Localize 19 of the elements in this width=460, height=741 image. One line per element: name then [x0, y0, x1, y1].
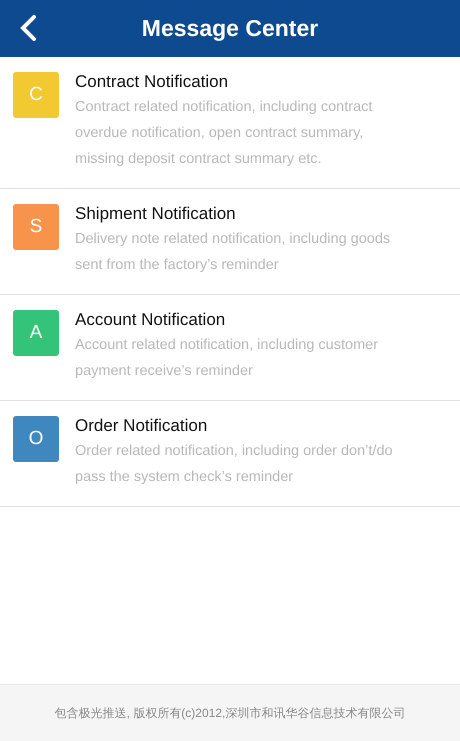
notification-title: Shipment Notification: [75, 203, 237, 225]
back-icon: [19, 14, 37, 42]
notification-title: Order Notification: [75, 415, 208, 437]
notification-item[interactable]: A Account Notification Account related notification, including customer payment receive’s reminder: [0, 295, 460, 401]
copyright-text: 包含极光推送, 版权所有(c)2012,深圳市和讯华谷信息技术有限公司: [54, 704, 406, 722]
letter-badge: O: [13, 416, 59, 462]
notification-description: Order related notification, including order don’t/do pass the system check’s reminder: [75, 442, 394, 487]
notification-title: Account Notification: [75, 309, 226, 331]
notification-item[interactable]: C Contract Notification Contract related notification, including contract overdue notification, open contract summary, missing deposit contract summary etc.: [0, 57, 460, 189]
notification-item[interactable]: S Shipment Notification Delivery note related notification, including goods sent from the factory’s reminder: [0, 189, 460, 295]
notification-item[interactable]: O Order Notification Order related notification, including order don’t/do pass the system check’s reminder: [0, 401, 460, 507]
letter-badge: A: [13, 310, 59, 356]
letter-badge: S: [13, 204, 59, 250]
notification-description: Contract related notification, including contract overdue notification, open contract summary, missing deposit contract summary etc.: [75, 98, 374, 169]
notification-description: Account related notification, including customer payment receive’s reminder: [75, 336, 380, 381]
letter-badge: C: [13, 72, 59, 118]
notification-title: Contract Notification: [75, 71, 230, 93]
page-title: Message Center: [142, 15, 318, 42]
notification-description: Delivery note related notification, including goods sent from the factory’s reminder: [75, 230, 392, 275]
